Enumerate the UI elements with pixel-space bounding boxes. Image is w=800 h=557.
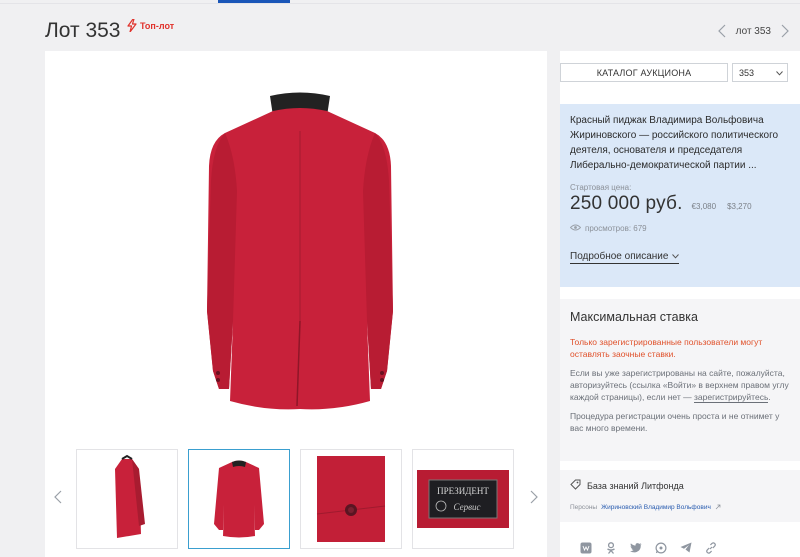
views-count: просмотров: 679: [585, 224, 647, 233]
main-lot-image[interactable]: [185, 71, 415, 471]
lot-info-panel: Красный пиджак Владимира Вольфовича Жири…: [560, 104, 800, 287]
header-divider: [0, 3, 800, 4]
persons-label: Персоны: [570, 504, 598, 511]
thumbnail-label-detail[interactable]: ПРЕЗИДЕНТ Сервис: [412, 449, 514, 549]
start-price: 250 000 руб.: [570, 193, 683, 214]
max-bid-title: Максимальная ставка: [570, 310, 698, 324]
chevron-right-icon[interactable]: [527, 487, 541, 507]
lot-sidebar: КАТАЛОГ АУКЦИОНА 353 Красный пиджак Влад…: [560, 51, 800, 557]
label-brand-text: ПРЕЗИДЕНТ: [437, 486, 489, 496]
chevron-down-icon: [776, 68, 783, 78]
views-counter: просмотров: 679: [569, 224, 790, 233]
lot-number-select[interactable]: 353: [732, 63, 788, 82]
eye-icon: [569, 224, 582, 233]
thumbnail-side-view[interactable]: [76, 449, 178, 549]
detailed-description-link[interactable]: Подробное описание: [570, 251, 680, 264]
details-link-label: Подробное описание: [570, 251, 669, 262]
lot-select-value: 353: [739, 67, 755, 78]
chevron-right-icon[interactable]: [779, 22, 790, 40]
label-sub-text: Сервис: [454, 502, 481, 512]
thumbnail-back-view[interactable]: [188, 449, 290, 549]
current-lot-link[interactable]: лот 353: [736, 26, 771, 37]
top-lot-badge: Топ-лот: [127, 19, 174, 32]
thumbnail-strip: ПРЕЗИДЕНТ Сервис: [45, 449, 547, 554]
thumbnail-button-detail[interactable]: [300, 449, 402, 549]
price-row: 250 000 руб. €3,080 $3,270: [570, 193, 790, 215]
bolt-icon: [127, 19, 137, 32]
price-eur: €3,080: [691, 202, 717, 211]
knowledge-base-link[interactable]: База знаний Литфонда: [570, 479, 790, 492]
tag-icon: [570, 479, 581, 492]
link-icon[interactable]: [704, 541, 717, 554]
knowledge-base-label: База знаний Литфонда: [587, 480, 684, 491]
external-link-icon: [715, 504, 721, 512]
auction-catalog-button[interactable]: КАТАЛОГ АУКЦИОНА: [560, 63, 728, 82]
lot-gallery: ПРЕЗИДЕНТ Сервис: [45, 51, 547, 557]
persons-row: Персоны Жириновский Владимир Вольфович: [570, 504, 790, 512]
chevron-left-icon[interactable]: [51, 487, 65, 507]
start-price-label: Стартовая цена:: [570, 183, 632, 192]
lot-description: Красный пиджак Владимира Вольфовича Жири…: [570, 115, 779, 171]
knowledge-base-panel: База знаний Литфонда Персоны Жириновский…: [560, 470, 800, 522]
registration-warning: Только зарегистрированные пользователи м…: [570, 337, 763, 359]
login-instructions-end: .: [768, 392, 771, 402]
register-link[interactable]: зарегистрируйтесь: [694, 392, 769, 403]
top-lot-label: Топ-лот: [140, 20, 175, 31]
twitter-icon[interactable]: [629, 541, 642, 554]
ok-icon[interactable]: [604, 541, 617, 554]
login-instructions: Если вы уже зарегистрированы на сайте, п…: [570, 367, 790, 403]
vk-icon[interactable]: [579, 541, 592, 554]
telegram-icon[interactable]: [679, 541, 692, 554]
max-bid-panel: Максимальная ставка Только зарегистриров…: [560, 299, 800, 461]
whatsapp-icon[interactable]: [654, 541, 667, 554]
share-buttons: [579, 541, 717, 554]
price-usd: $3,270: [727, 202, 752, 211]
registration-note: Процедура регистрации очень проста и не …: [570, 411, 780, 433]
chevron-left-icon[interactable]: [717, 22, 728, 40]
page-title: Лот 353: [45, 19, 121, 42]
person-link[interactable]: Жириновский Владимир Вольфович: [601, 504, 711, 512]
chevron-down-icon: [672, 251, 680, 262]
lot-navigation: лот 353: [717, 22, 790, 40]
